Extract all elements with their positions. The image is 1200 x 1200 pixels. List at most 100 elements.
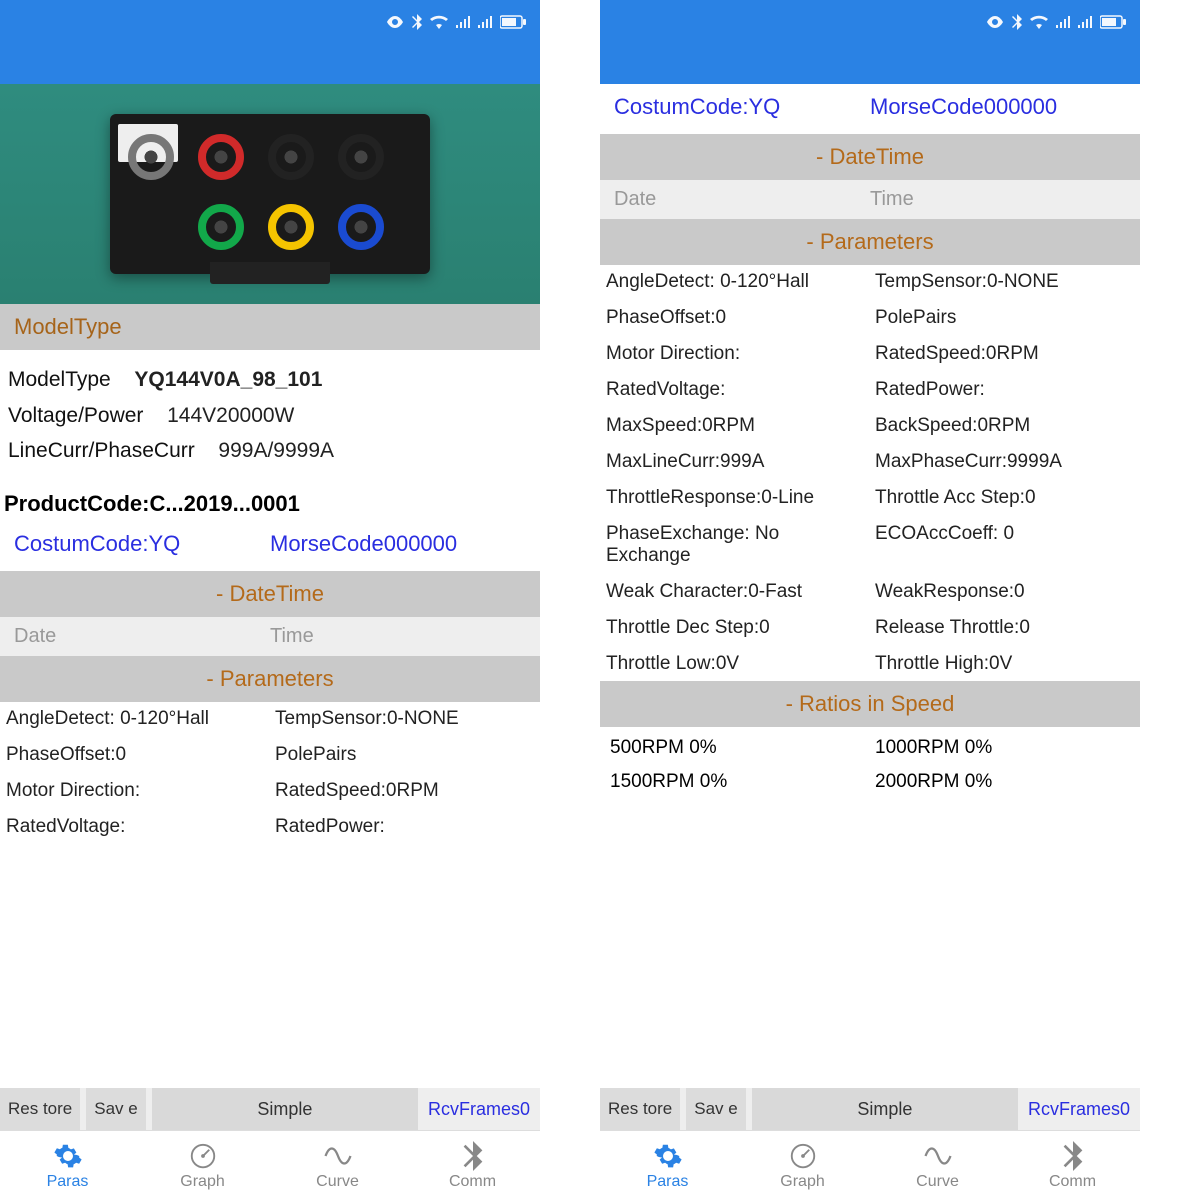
param-item[interactable]: RatedPower: (875, 379, 1134, 401)
nav-curve[interactable]: Curve (270, 1141, 405, 1191)
custom-code[interactable]: CostumCode:YQ (14, 531, 270, 557)
date-label: Date (614, 188, 870, 211)
param-item[interactable]: PhaseExchange: No Exchange (606, 523, 865, 567)
parameters-header[interactable]: - Parameters (600, 219, 1140, 265)
nav-label: Paras (47, 1173, 89, 1191)
param-item[interactable]: PhaseOffset:0 (606, 307, 865, 329)
phone-left: ModelType ModelType YQ144V0A_98_101 Volt… (0, 0, 540, 1200)
save-button[interactable]: Sav e (686, 1088, 745, 1130)
param-item[interactable]: ECOAccCoeff: 0 (875, 523, 1134, 567)
bluetooth-icon (1012, 14, 1022, 30)
product-code: ProductCode:C...2019...0001 (0, 481, 540, 521)
ratio-item[interactable]: 1000RPM 0% (875, 737, 1130, 759)
nav-label: Graph (780, 1173, 824, 1191)
datetime-header[interactable]: - DateTime (600, 134, 1140, 180)
signal-icon (456, 16, 470, 28)
param-item[interactable]: Throttle High:0V (875, 653, 1134, 675)
nav-label: Comm (449, 1173, 496, 1191)
datetime-row: Date Time (0, 617, 540, 656)
morse-code[interactable]: MorseCode000000 (270, 531, 526, 557)
datetime-header[interactable]: - DateTime (0, 571, 540, 617)
param-item[interactable]: BackSpeed:0RPM (875, 415, 1134, 437)
rcv-frames[interactable]: RcvFrames0 (1018, 1088, 1140, 1130)
param-item[interactable]: WeakResponse:0 (875, 581, 1134, 603)
param-item[interactable]: MaxSpeed:0RPM (606, 415, 865, 437)
time-label: Time (870, 188, 1126, 211)
current-label: LineCurr/PhaseCurr (8, 433, 195, 469)
eye-icon (986, 16, 1004, 28)
rcv-frames[interactable]: RcvFrames0 (418, 1088, 540, 1130)
param-item[interactable]: RatedSpeed:0RPM (875, 343, 1134, 365)
param-item[interactable]: TempSensor:0-NONE (875, 271, 1134, 293)
param-item[interactable]: ThrottleResponse:0-Line (606, 487, 865, 509)
battery-icon (500, 15, 526, 29)
nav-label: Curve (316, 1173, 359, 1191)
app-header (600, 44, 1140, 84)
simple-button[interactable]: Simple (152, 1088, 418, 1130)
param-item[interactable]: PolePairs (275, 744, 534, 766)
nav-comm[interactable]: Comm (405, 1141, 540, 1191)
simple-button[interactable]: Simple (752, 1088, 1018, 1130)
param-item[interactable]: Weak Character:0-Fast (606, 581, 865, 603)
param-item[interactable]: RatedVoltage: (6, 816, 265, 838)
save-button[interactable]: Sav e (86, 1088, 145, 1130)
ratio-item[interactable]: 1500RPM 0% (610, 771, 865, 793)
ratios-grid: 500RPM 0% 1000RPM 0% 1500RPM 0% 2000RPM … (600, 727, 1140, 803)
ratio-item[interactable]: 500RPM 0% (610, 737, 865, 759)
custom-code[interactable]: CostumCode:YQ (614, 94, 870, 120)
signal-icon (1056, 16, 1070, 28)
param-item[interactable]: MaxLineCurr:999A (606, 451, 865, 473)
ratio-item[interactable]: 2000RPM 0% (875, 771, 1130, 793)
nav-paras[interactable]: Paras (600, 1141, 735, 1191)
battery-icon (1100, 15, 1126, 29)
eye-icon (386, 16, 404, 28)
param-item[interactable]: AngleDetect: 0-120°Hall (606, 271, 865, 293)
codes-row: CostumCode:YQ MorseCode000000 (600, 84, 1140, 134)
nav-curve[interactable]: Curve (870, 1141, 1005, 1191)
param-item[interactable]: TempSensor:0-NONE (275, 708, 534, 730)
wifi-icon (1030, 15, 1048, 29)
signal-icon (478, 16, 492, 28)
param-item[interactable]: PolePairs (875, 307, 1134, 329)
bottom-nav: Paras Graph Curve Comm (0, 1130, 540, 1200)
nav-paras[interactable]: Paras (0, 1141, 135, 1191)
restore-button[interactable]: Res tore (600, 1088, 680, 1130)
model-value: YQ144V0A_98_101 (134, 362, 322, 398)
param-item[interactable]: Motor Direction: (606, 343, 865, 365)
nav-graph[interactable]: Graph (135, 1141, 270, 1191)
param-item[interactable]: RatedVoltage: (606, 379, 865, 401)
nav-comm[interactable]: Comm (1005, 1141, 1140, 1191)
param-item[interactable]: AngleDetect: 0-120°Hall (6, 708, 265, 730)
gear-icon (53, 1141, 83, 1171)
param-item[interactable]: Throttle Acc Step:0 (875, 487, 1134, 509)
ratios-header[interactable]: - Ratios in Speed (600, 681, 1140, 727)
toolbar: Res tore Sav e Simple RcvFrames0 (0, 1088, 540, 1130)
restore-button[interactable]: Res tore (0, 1088, 80, 1130)
signal-icon (1078, 16, 1092, 28)
date-label: Date (14, 625, 270, 648)
nav-graph[interactable]: Graph (735, 1141, 870, 1191)
parameters-header[interactable]: - Parameters (0, 656, 540, 702)
param-item[interactable]: MaxPhaseCurr:9999A (875, 451, 1134, 473)
gauge-icon (188, 1141, 218, 1171)
time-label: Time (270, 625, 526, 648)
param-item[interactable]: Throttle Dec Step:0 (606, 617, 865, 639)
wave-icon (923, 1141, 953, 1171)
product-image (0, 84, 540, 304)
bluetooth-icon (1060, 1141, 1086, 1171)
param-item[interactable]: RatedPower: (275, 816, 534, 838)
codes-row: CostumCode:YQ MorseCode000000 (0, 521, 540, 571)
datetime-row: Date Time (600, 180, 1140, 219)
nav-label: Paras (647, 1173, 689, 1191)
param-item[interactable]: PhaseOffset:0 (6, 744, 265, 766)
param-item[interactable]: RatedSpeed:0RPM (275, 780, 534, 802)
param-item[interactable]: Release Throttle:0 (875, 617, 1134, 639)
status-bar (0, 0, 540, 44)
nav-label: Graph (180, 1173, 224, 1191)
morse-code[interactable]: MorseCode000000 (870, 94, 1126, 120)
voltage-value: 144V20000W (167, 398, 294, 434)
param-item[interactable]: Motor Direction: (6, 780, 265, 802)
app-header (0, 44, 540, 84)
voltage-label: Voltage/Power (8, 398, 143, 434)
param-item[interactable]: Throttle Low:0V (606, 653, 865, 675)
